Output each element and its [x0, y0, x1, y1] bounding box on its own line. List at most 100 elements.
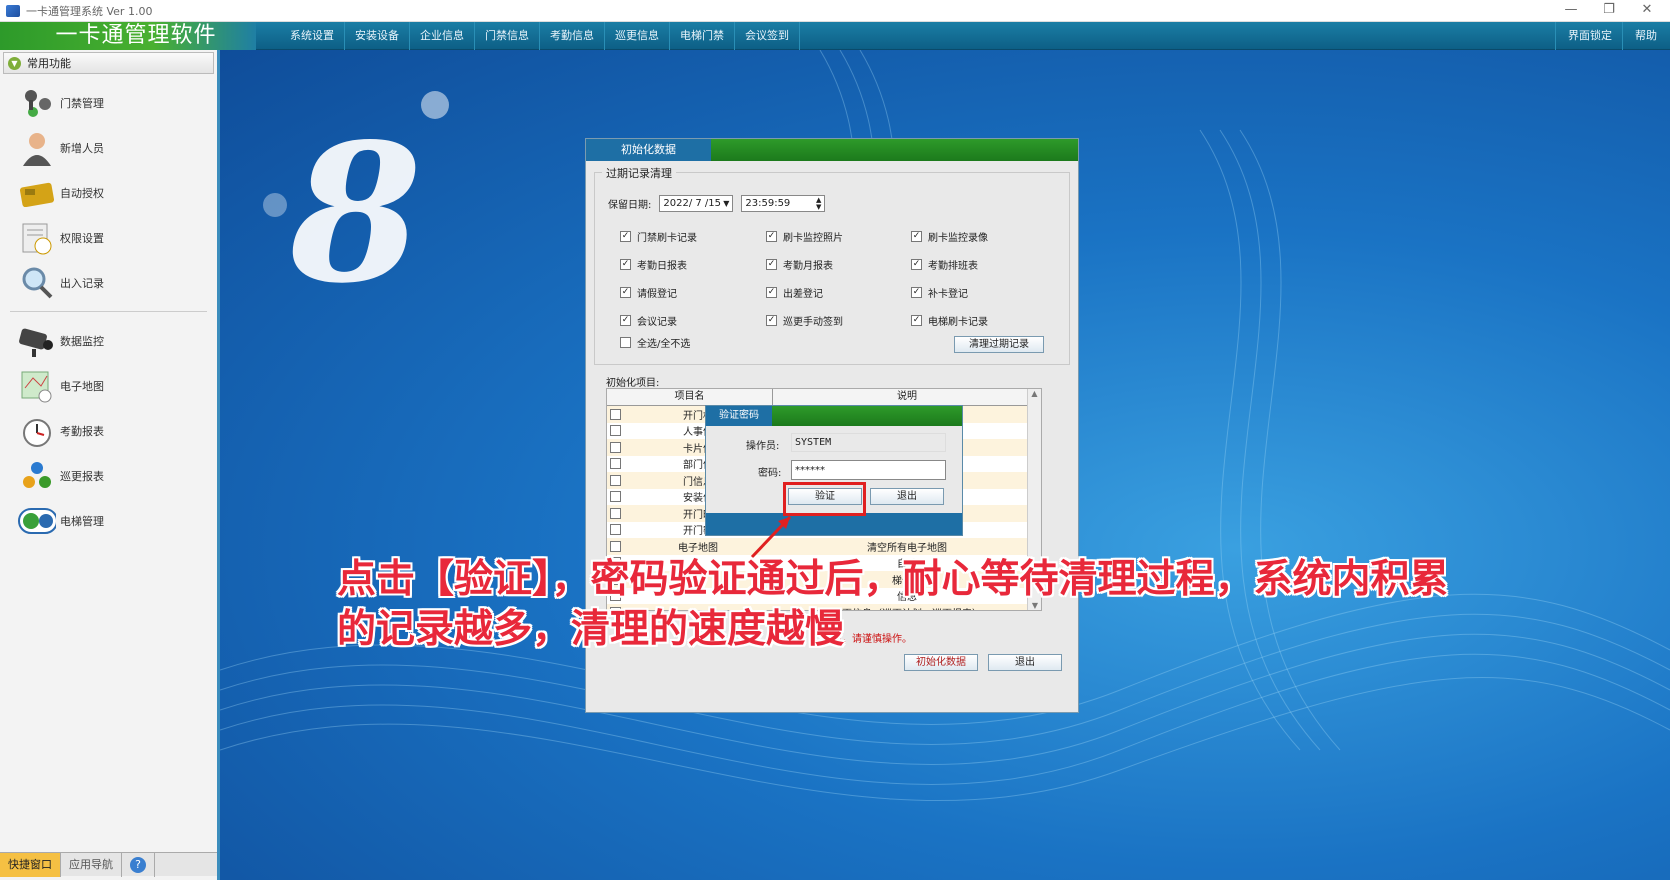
menu-help[interactable]: 帮助: [1622, 22, 1669, 50]
table-row[interactable]: 电子地图 清空所有电子地图: [607, 538, 1041, 555]
checkbox-item[interactable]: ✓ 出差登记: [766, 285, 823, 300]
operator-field: SYSTEM: [791, 433, 946, 452]
menu-install-devices[interactable]: 安装设备: [345, 22, 410, 50]
sidebar-item-label: 考勤报表: [60, 424, 104, 438]
col-item-name: 项目名: [607, 389, 773, 405]
sidebar-item-patrol-report[interactable]: 巡更报表: [0, 453, 217, 498]
row-checkbox[interactable]: [609, 408, 621, 420]
checkbox[interactable]: ✓: [766, 287, 777, 298]
checkbox-label: 请假登记: [637, 289, 677, 300]
checkbox[interactable]: ✓: [620, 231, 631, 242]
sidebar-item-electronic-map[interactable]: 电子地图: [0, 363, 217, 408]
sidebar-item-access-control[interactable]: 门禁管理: [0, 80, 217, 125]
logo-eight: 8: [289, 102, 422, 325]
person-icon: [18, 129, 56, 167]
checkbox[interactable]: ✓: [766, 259, 777, 270]
checkbox[interactable]: ✓: [766, 231, 777, 242]
minimize-button[interactable]: —: [1552, 0, 1590, 22]
init-data-button[interactable]: 初始化数据: [904, 654, 978, 671]
checkbox-item[interactable]: ✓ 补卡登记: [911, 285, 968, 300]
menu-company-info[interactable]: 企业信息: [410, 22, 475, 50]
menu-meeting-signin[interactable]: 会议签到: [735, 22, 800, 50]
sidebar: ▼ 常用功能 门禁管理 新增人员 自动授权 权限设置 出入记录 数据监控 电子地…: [0, 50, 220, 880]
checkbox-label: 补卡登记: [928, 289, 968, 300]
row-checkbox[interactable]: [609, 425, 621, 437]
menu-elevator-access[interactable]: 电梯门禁: [670, 22, 735, 50]
restore-button[interactable]: ❐: [1590, 0, 1628, 22]
checkbox[interactable]: ✓: [911, 259, 922, 270]
checkbox-label: 考勤月报表: [783, 261, 833, 272]
checkbox-item[interactable]: ✓ 巡更手动签到: [766, 313, 843, 328]
sidebar-item-auto-authorize[interactable]: 自动授权: [0, 170, 217, 215]
group-title: 过期记录清理: [602, 165, 676, 181]
password-field[interactable]: ******: [791, 460, 946, 480]
close-button[interactable]: ✕: [1628, 0, 1666, 22]
tab-quick-window[interactable]: 快捷窗口: [0, 853, 61, 877]
chevron-down-icon: ▼: [8, 56, 21, 70]
window-titlebar: 一卡通管理系统 Ver 1.00 — ❐ ✕: [0, 0, 1670, 22]
checkbox-label: 门禁刷卡记录: [637, 233, 697, 244]
checkbox-item[interactable]: ✓ 刷卡监控照片: [766, 229, 843, 244]
checkbox-item[interactable]: ✓ 门禁刷卡记录: [620, 229, 697, 244]
time-spinner[interactable]: 23:59:59 ▲ ▼: [741, 195, 826, 212]
checkbox-item[interactable]: ✓ 电梯刷卡记录: [911, 313, 988, 328]
init-exit-button[interactable]: 退出: [988, 654, 1062, 671]
checkbox-item[interactable]: ✓ 刷卡监控录像: [911, 229, 988, 244]
checkbox[interactable]: ✓: [620, 259, 631, 270]
date-value: 2022/ 7 /15: [663, 198, 722, 209]
checkbox[interactable]: ✓: [911, 231, 922, 242]
checkbox-item[interactable]: ✓ 考勤月报表: [766, 257, 833, 272]
sidebar-item-add-person[interactable]: 新增人员: [0, 125, 217, 170]
checkbox-item[interactable]: ✓ 考勤排班表: [911, 257, 978, 272]
verify-password-dialog: 验证密码 操作员: SYSTEM 密码: ****** 验证 退出: [705, 405, 963, 536]
checkbox-label: 刷卡监控照片: [783, 233, 843, 244]
init-dialog-title: 初始化数据: [586, 139, 711, 161]
sidebar-item-attendance-report[interactable]: 考勤报表: [0, 408, 217, 453]
checkbox-item[interactable]: ✓ 请假登记: [620, 285, 677, 300]
spinner-icon: ▲ ▼: [815, 195, 822, 211]
row-checkbox[interactable]: [609, 524, 621, 536]
checkbox-label: 会议记录: [637, 317, 677, 328]
row-name: 电子地图: [678, 542, 718, 554]
menu-access-info[interactable]: 门禁信息: [475, 22, 540, 50]
select-all-checkbox[interactable]: 全选/全不选: [620, 335, 690, 350]
sidebar-item-access-records[interactable]: 出入记录: [0, 260, 217, 305]
clean-expired-button[interactable]: 清理过期记录: [954, 336, 1044, 353]
tab-app-navigation[interactable]: 应用导航: [61, 853, 122, 877]
sidebar-header[interactable]: ▼ 常用功能: [3, 52, 214, 74]
menu-attendance-info[interactable]: 考勤信息: [540, 22, 605, 50]
row-desc: 清空所有电子地图: [867, 542, 947, 554]
menu-lock-interface[interactable]: 界面锁定: [1555, 22, 1624, 50]
row-checkbox[interactable]: [609, 474, 621, 486]
password-exit-button[interactable]: 退出: [870, 488, 944, 505]
sidebar-item-permission-settings[interactable]: 权限设置: [0, 215, 217, 260]
menu-system-settings[interactable]: 系统设置: [280, 22, 345, 50]
checkbox[interactable]: ✓: [911, 315, 922, 326]
row-checkbox[interactable]: [609, 491, 621, 503]
sidebar-item-data-monitor[interactable]: 数据监控: [0, 318, 217, 363]
init-items-label: 初始化项目:: [606, 378, 660, 389]
help-tab[interactable]: ?: [122, 853, 155, 877]
row-checkbox[interactable]: [609, 540, 621, 552]
checkbox[interactable]: ✓: [620, 287, 631, 298]
checkbox[interactable]: ✓: [766, 315, 777, 326]
app-icon: [6, 4, 20, 17]
row-checkbox[interactable]: [609, 441, 621, 453]
checkbox[interactable]: ✓: [620, 315, 631, 326]
checkbox[interactable]: ✓: [911, 287, 922, 298]
app-brand: 一卡通管理软件: [0, 22, 256, 50]
sidebar-item-label: 门禁管理: [60, 96, 104, 110]
sidebar-item-elevator-management[interactable]: 电梯管理: [0, 498, 217, 543]
time-value: 23:59:59: [745, 198, 791, 209]
sidebar-item-label: 巡更报表: [60, 469, 104, 483]
magnifier-icon: [18, 264, 56, 302]
row-checkbox[interactable]: [609, 507, 621, 519]
menu-patrol-info[interactable]: 巡更信息: [605, 22, 670, 50]
top-menu-bar: 一卡通管理软件 系统设置 安装设备 企业信息 门禁信息 考勤信息 巡更信息 电梯…: [0, 22, 1670, 50]
tutorial-caption: 点击【验证】，密码验证通过后，耐心等待清理过程，系统内积累 的记录越多，清理的速…: [337, 555, 1537, 655]
checkbox-item[interactable]: ✓ 会议记录: [620, 313, 677, 328]
checkbox-label: 出差登记: [783, 289, 823, 300]
date-picker[interactable]: 2022/ 7 /15 ▼: [659, 195, 734, 212]
checkbox-item[interactable]: ✓ 考勤日报表: [620, 257, 687, 272]
row-checkbox[interactable]: [609, 458, 621, 470]
